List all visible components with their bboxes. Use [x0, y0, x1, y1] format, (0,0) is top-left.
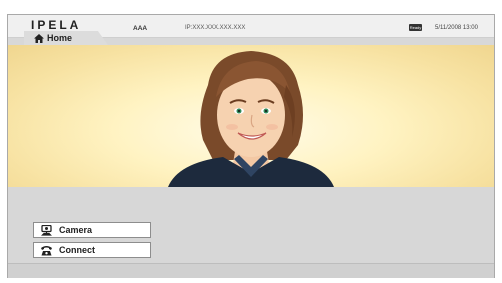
tab-home[interactable]: Home — [24, 31, 108, 45]
camera-button[interactable]: Camera — [33, 222, 151, 238]
tab-home-label: Home — [47, 33, 73, 43]
remote-participant-image — [168, 51, 334, 187]
home-icon — [34, 33, 44, 43]
site-name: AAA — [133, 25, 148, 32]
video-view — [8, 45, 494, 187]
camera-button-label: Camera — [59, 225, 93, 235]
connect-button-label: Connect — [59, 245, 95, 255]
logo: IPELA — [31, 18, 82, 32]
phone-icon — [41, 245, 52, 255]
status-badge: Ready — [409, 24, 422, 31]
date-time: 5/11/2008 13:00 — [435, 25, 478, 31]
bottom-strip — [8, 263, 494, 278]
ip-address: IP:XXX.XXX.XXX.XXX — [185, 25, 246, 31]
camera-icon — [41, 224, 52, 236]
connect-button[interactable]: Connect — [33, 242, 151, 258]
video-conference-screen: IPELA AAA IP:XXX.XXX.XXX.XXX Ready 5/11/… — [0, 0, 502, 283]
main-frame: IPELA AAA IP:XXX.XXX.XXX.XXX Ready 5/11/… — [7, 14, 495, 278]
